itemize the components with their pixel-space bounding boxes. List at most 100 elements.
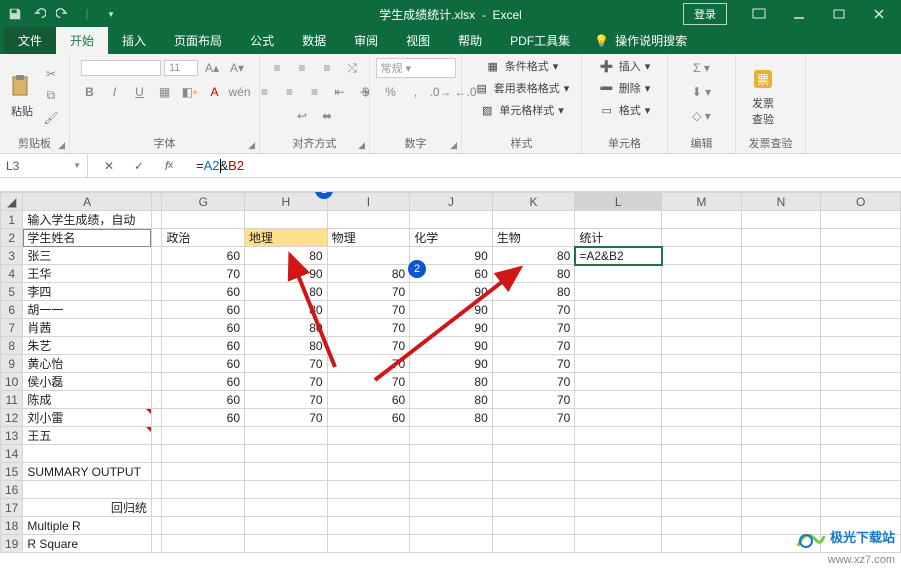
cell[interactable]: 朱艺 — [23, 337, 152, 355]
col-L[interactable]: L — [575, 193, 662, 211]
cell[interactable]: 60 — [327, 409, 410, 427]
cell[interactable]: 70 — [327, 301, 410, 319]
cut-icon[interactable]: ✂ — [40, 64, 62, 84]
merge-center-icon[interactable]: ⬌ — [316, 106, 338, 126]
align-center-icon[interactable]: ≡ — [279, 82, 301, 102]
currency-icon[interactable]: $ — [355, 82, 377, 102]
align-left-icon[interactable]: ≡ — [254, 82, 276, 102]
tab-help[interactable]: 帮助 — [444, 27, 496, 54]
col-M[interactable]: M — [662, 193, 742, 211]
cell[interactable]: 学生姓名 — [23, 229, 152, 247]
name-box[interactable]: L3 ▼ — [0, 154, 88, 177]
maximize-icon[interactable] — [819, 0, 859, 28]
cell[interactable]: 70 — [327, 283, 410, 301]
cell[interactable]: 张三 — [23, 247, 152, 265]
cell[interactable]: 地理 — [245, 229, 328, 247]
percent-icon[interactable]: % — [380, 82, 402, 102]
align-middle-icon[interactable]: ≡ — [291, 58, 313, 78]
cell[interactable]: 70 — [327, 373, 410, 391]
col-O[interactable]: O — [821, 193, 901, 211]
cell[interactable]: SUMMARY OUTPUT — [23, 463, 152, 481]
cell[interactable]: 王五 — [23, 427, 152, 445]
cell[interactable]: 70 — [245, 409, 328, 427]
fill-icon[interactable]: ⬇ ▾ — [691, 82, 713, 102]
row-14[interactable]: 14 — [1, 445, 23, 463]
cell[interactable]: 统计 — [575, 229, 662, 247]
wrap-text-icon[interactable]: ↩ — [291, 106, 313, 126]
cell[interactable]: 60 — [162, 337, 245, 355]
row-16[interactable]: 16 — [1, 481, 23, 499]
cell[interactable]: 70 — [492, 355, 575, 373]
cancel-icon[interactable]: ✕ — [94, 154, 124, 178]
format-as-table-button[interactable]: ▤套用表格格式 ▾ — [474, 80, 570, 96]
col-G[interactable]: G — [162, 193, 245, 211]
launcher-icon[interactable]: ◢ — [450, 140, 457, 151]
redo-icon[interactable] — [52, 3, 74, 25]
cell[interactable]: 80 — [492, 247, 575, 265]
select-all[interactable]: ◢ — [1, 193, 23, 211]
cell-styles-button[interactable]: ▧单元格样式 ▾ — [479, 102, 564, 118]
cell[interactable]: 60 — [162, 301, 245, 319]
cell[interactable]: 60 — [162, 247, 245, 265]
row-9[interactable]: 9 — [1, 355, 23, 373]
cell[interactable]: 90 — [410, 355, 493, 373]
cell[interactable]: 70 — [245, 373, 328, 391]
row-18[interactable]: 18 — [1, 517, 23, 535]
cell[interactable]: 70 — [162, 265, 245, 283]
row-6[interactable]: 6 — [1, 301, 23, 319]
copy-icon[interactable]: ⧉ — [40, 86, 62, 106]
cell[interactable]: 80 — [245, 283, 328, 301]
tab-pdf[interactable]: PDF工具集 — [496, 27, 584, 54]
cell[interactable]: 70 — [327, 355, 410, 373]
fapiao-button[interactable]: 票 发票 查验 — [744, 65, 782, 127]
tab-home[interactable]: 开始 — [56, 27, 108, 54]
cell[interactable]: 陈成 — [23, 391, 152, 409]
enter-icon[interactable]: ✓ — [124, 154, 154, 178]
cell[interactable]: 60 — [162, 409, 245, 427]
cell[interactable]: 80 — [410, 409, 493, 427]
col-gap[interactable] — [151, 193, 162, 211]
cell[interactable]: 60 — [162, 391, 245, 409]
cell[interactable]: 肖茜 — [23, 319, 152, 337]
worksheet[interactable]: ◢ A G H I J K L M N O 1输入学生成绩，自动 2 学生姓名 … — [0, 192, 901, 553]
save-icon[interactable] — [4, 3, 26, 25]
cell[interactable]: 70 — [492, 337, 575, 355]
font-color-icon[interactable]: A — [204, 82, 226, 102]
cell[interactable]: 90 — [410, 319, 493, 337]
cell[interactable]: 80 — [327, 265, 410, 283]
qat-more-icon[interactable]: ▾ — [100, 3, 122, 25]
paste-button[interactable]: 粘贴 — [8, 73, 36, 119]
bold-icon[interactable]: B — [79, 82, 101, 102]
insert-cells-button[interactable]: ➕插入 ▾ — [599, 58, 651, 74]
number-format-select[interactable]: 常规 ▾ — [376, 58, 456, 78]
align-right-icon[interactable]: ≡ — [304, 82, 326, 102]
cell[interactable]: 侯小磊 — [23, 373, 152, 391]
minimize-icon[interactable] — [779, 0, 819, 28]
cell[interactable]: 胡一一 — [23, 301, 152, 319]
cell[interactable] — [327, 247, 410, 265]
clear-icon[interactable]: ◇ ▾ — [691, 106, 713, 126]
login-button[interactable]: 登录 — [683, 3, 727, 25]
cell[interactable]: 70 — [492, 301, 575, 319]
launcher-icon[interactable]: ◢ — [58, 140, 65, 151]
fx-icon[interactable]: fx — [154, 154, 184, 178]
cell[interactable]: 化学 — [410, 229, 493, 247]
cell[interactable]: 王华 — [23, 265, 152, 283]
cell[interactable]: 70 — [327, 319, 410, 337]
row-15[interactable]: 15 — [1, 463, 23, 481]
border-icon[interactable]: ▦ — [154, 82, 176, 102]
cell[interactable]: 回归统 — [23, 499, 152, 517]
cell[interactable]: 80 — [410, 391, 493, 409]
tab-layout[interactable]: 页面布局 — [160, 27, 236, 54]
row-12[interactable]: 12 — [1, 409, 23, 427]
row-13[interactable]: 13 — [1, 427, 23, 445]
col-H[interactable]: H — [245, 193, 328, 211]
col-K[interactable]: K — [492, 193, 575, 211]
cell[interactable]: 70 — [492, 391, 575, 409]
formula-input[interactable]: =A2&B2 — [190, 158, 901, 174]
font-size-select[interactable]: 11 — [164, 60, 198, 76]
format-cells-button[interactable]: ▭格式 ▾ — [599, 102, 651, 118]
cell[interactable]: 80 — [245, 337, 328, 355]
row-2[interactable]: 2 — [1, 229, 23, 247]
tab-insert[interactable]: 插入 — [108, 27, 160, 54]
